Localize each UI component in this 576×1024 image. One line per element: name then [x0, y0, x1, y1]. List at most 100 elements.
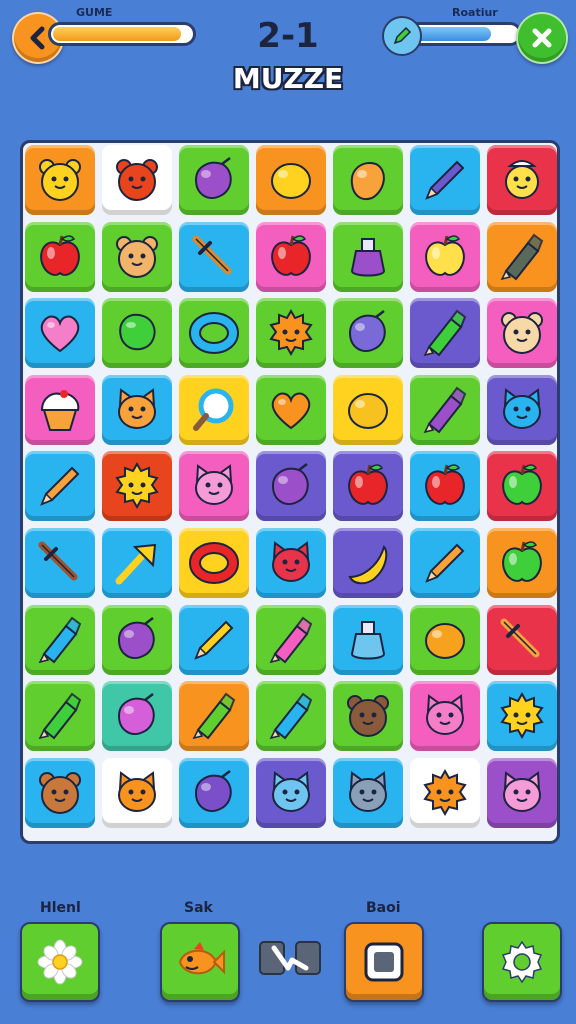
board-tile[interactable] [102, 221, 172, 292]
board-tile[interactable] [256, 604, 326, 675]
board-tile[interactable] [179, 451, 249, 522]
board-tile[interactable] [179, 757, 249, 828]
crayon-icon [500, 233, 544, 281]
board-tile[interactable] [256, 757, 326, 828]
board-tile[interactable] [333, 681, 403, 752]
board-tile[interactable] [256, 451, 326, 522]
board-tile[interactable] [179, 298, 249, 369]
board-tile[interactable] [487, 374, 557, 445]
left-progress-bar [48, 22, 196, 46]
board-tile[interactable] [410, 298, 480, 369]
board-tile[interactable] [256, 374, 326, 445]
sun-face-icon [500, 692, 544, 740]
board-tile[interactable] [487, 604, 557, 675]
flower-icon [37, 939, 83, 985]
apple-icon [425, 234, 465, 276]
close-button[interactable] [516, 12, 568, 64]
crayon-icon [38, 616, 82, 664]
board-tile[interactable] [102, 528, 172, 598]
ring-icon [189, 312, 239, 355]
reset-button[interactable] [344, 922, 424, 1002]
settings-button[interactable] [482, 922, 562, 1002]
board-tile[interactable] [487, 221, 557, 292]
board-tile[interactable] [102, 757, 172, 828]
board-tile[interactable] [333, 145, 403, 215]
board-tile[interactable] [256, 298, 326, 369]
board-tile[interactable] [333, 221, 403, 292]
board-tile[interactable] [179, 604, 249, 675]
board-tile[interactable] [25, 528, 95, 598]
board-tile[interactable] [487, 681, 557, 752]
board-tile[interactable] [487, 528, 557, 598]
close-icon [532, 28, 552, 48]
cat-face-icon [503, 387, 541, 429]
board-tile[interactable] [25, 757, 95, 828]
sun-face-icon [115, 462, 159, 510]
board-tile[interactable] [179, 221, 249, 292]
cat-face-icon [272, 541, 310, 582]
sword-icon [38, 541, 78, 581]
bear-face-icon [347, 695, 389, 738]
board-tile[interactable] [487, 145, 557, 215]
board-tile[interactable] [256, 145, 326, 215]
board-tile[interactable] [333, 451, 403, 522]
cat-face-icon [349, 770, 387, 812]
board-tile[interactable] [410, 528, 480, 598]
board-tile[interactable] [410, 757, 480, 828]
board-tile[interactable] [487, 451, 557, 522]
sun-face-icon [423, 768, 467, 816]
crayon-icon [269, 692, 313, 740]
board-tile[interactable] [179, 145, 249, 215]
board-tile[interactable] [410, 451, 480, 522]
lemon-icon [425, 622, 465, 659]
board-tile[interactable] [256, 681, 326, 752]
board-tile[interactable] [25, 298, 95, 369]
board-tile[interactable] [25, 221, 95, 292]
swap-button[interactable] [258, 934, 322, 982]
game-title: MUZZE [232, 62, 344, 95]
board-tile[interactable] [102, 374, 172, 445]
board-tile[interactable] [333, 757, 403, 828]
board-tile[interactable] [333, 374, 403, 445]
gear-icon [501, 940, 543, 984]
board-tile[interactable] [25, 681, 95, 752]
board-tile[interactable] [256, 528, 326, 598]
crayon-icon [38, 692, 82, 740]
game-board [20, 140, 560, 844]
board-tile[interactable] [487, 298, 557, 369]
cat-face-icon [118, 770, 156, 812]
board-tile[interactable] [25, 374, 95, 445]
board-tile[interactable] [102, 604, 172, 675]
board-tile[interactable] [102, 298, 172, 369]
board-tile[interactable] [179, 528, 249, 598]
heart-icon [271, 392, 311, 430]
board-tile[interactable] [256, 221, 326, 292]
apple-icon [40, 234, 80, 276]
left-bar-label: GUME [76, 6, 113, 19]
fish-icon [178, 942, 225, 975]
crayon-icon [269, 616, 313, 664]
board-tile[interactable] [102, 681, 172, 752]
board-tile[interactable] [25, 451, 95, 522]
board-tile[interactable] [25, 604, 95, 675]
board-tile[interactable] [410, 145, 480, 215]
board-tile[interactable] [179, 374, 249, 445]
board-tile[interactable] [102, 451, 172, 522]
board-tile[interactable] [333, 528, 403, 598]
cat-face-icon [272, 770, 310, 812]
level-indicator: 2-1 [257, 16, 319, 56]
board-tile[interactable] [333, 298, 403, 369]
board-tile[interactable] [25, 145, 95, 215]
board-tile[interactable] [102, 145, 172, 215]
crayon-icon [423, 309, 467, 357]
board-tile[interactable] [410, 374, 480, 445]
board-tile[interactable] [410, 681, 480, 752]
apple-icon [502, 541, 542, 582]
shop-button[interactable] [160, 922, 240, 1002]
hint-button[interactable] [20, 922, 100, 1002]
board-tile[interactable] [410, 604, 480, 675]
board-tile[interactable] [333, 604, 403, 675]
board-tile[interactable] [410, 221, 480, 292]
board-tile[interactable] [179, 681, 249, 752]
board-tile[interactable] [487, 757, 557, 828]
